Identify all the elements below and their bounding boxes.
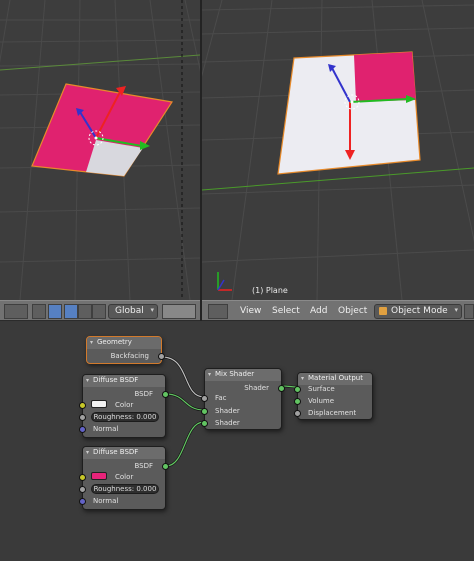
mode-dropdown[interactable]: Object Mode ▾ (374, 304, 462, 319)
object-mode-icon (379, 307, 387, 315)
node-mix-shader[interactable]: ▾ Mix Shader Shader Fac Shader Shader (201, 368, 285, 430)
node-links (161, 355, 298, 468)
socket-input-roughness[interactable] (79, 486, 86, 493)
socket-label-normal: Normal (93, 497, 119, 505)
manipulator-scale-icon[interactable] (92, 304, 106, 319)
view-icon[interactable] (4, 304, 28, 319)
node-editor[interactable]: ▾ Geometry Backfacing ▾ Diffuse BSDF BSD… (0, 322, 474, 561)
collapse-icon[interactable]: ▾ (86, 449, 89, 456)
manipulator-translate-icon[interactable] (64, 304, 78, 319)
socket-input-color[interactable] (79, 474, 86, 481)
editor-type-icon[interactable] (208, 304, 228, 319)
chevron-down-icon: ▾ (150, 306, 154, 314)
socket-output-backfacing[interactable] (158, 353, 165, 360)
node-title: Material Output (308, 374, 363, 382)
socket-label-backfacing: Backfacing (110, 352, 149, 360)
node-header[interactable]: ▾ Geometry (87, 337, 161, 349)
node-title: Diffuse BSDF (93, 376, 139, 384)
node-header[interactable]: ▾ Diffuse BSDF (83, 447, 165, 459)
socket-output-bsdf[interactable] (162, 463, 169, 470)
node-title: Diffuse BSDF (93, 448, 139, 456)
roughness-field[interactable]: Roughness: 0.000 (91, 412, 159, 422)
socket-input-volume[interactable] (294, 398, 301, 405)
menu-add[interactable]: Add (310, 306, 327, 316)
viewport-left-scene (0, 0, 200, 300)
socket-output-bsdf[interactable] (162, 391, 169, 398)
socket-label-normal: Normal (93, 425, 119, 433)
node-header[interactable]: ▾ Material Output (298, 373, 372, 385)
socket-input-shader-1[interactable] (201, 408, 208, 415)
node-header[interactable]: ▾ Mix Shader (205, 369, 281, 381)
manipulator-toggle-icon[interactable] (48, 304, 62, 319)
socket-input-color[interactable] (79, 402, 86, 409)
node-diffuse-bsdf-white[interactable]: ▾ Diffuse BSDF BSDF Color Roughness: 0.0… (79, 374, 169, 438)
color-swatch[interactable] (91, 472, 107, 480)
socket-input-shader-2[interactable] (201, 420, 208, 427)
socket-label-fac: Fac (215, 394, 227, 402)
collapse-icon[interactable]: ▾ (90, 339, 93, 346)
socket-input-normal[interactable] (79, 498, 86, 505)
transform-orientation-dropdown[interactable]: Global ▾ (108, 304, 158, 319)
viewport-right[interactable]: (1) Plane (202, 0, 474, 300)
socket-label-color: Color (115, 401, 134, 409)
collapse-icon[interactable]: ▾ (301, 375, 304, 382)
socket-label-surface: Surface (308, 385, 335, 393)
shading-icon[interactable] (464, 304, 474, 319)
socket-label-volume: Volume (308, 397, 335, 405)
layers-grid-icon[interactable] (162, 304, 196, 319)
viewport-left[interactable] (0, 0, 200, 300)
node-title: Geometry (97, 338, 132, 346)
socket-label-color: Color (115, 473, 134, 481)
object-label: (1) Plane (252, 286, 288, 295)
manipulator-rotate-icon[interactable] (78, 304, 92, 319)
socket-input-displacement[interactable] (294, 410, 301, 417)
color-swatch[interactable] (91, 400, 107, 408)
collapse-icon[interactable]: ▾ (208, 371, 211, 378)
pivot-icon[interactable] (32, 304, 46, 319)
socket-label-bsdf: BSDF (134, 462, 153, 470)
menu-select[interactable]: Select (272, 306, 300, 316)
node-header[interactable]: ▾ Diffuse BSDF (83, 375, 165, 387)
node-material-output[interactable]: ▾ Material Output Surface Volume Displac… (294, 372, 373, 420)
socket-label-bsdf: BSDF (134, 390, 153, 398)
viewport-right-header: View Select Add Object Object Mode ▾ (202, 300, 474, 321)
socket-input-surface[interactable] (294, 386, 301, 393)
socket-label-shader-2: Shader (215, 419, 240, 427)
socket-input-roughness[interactable] (79, 414, 86, 421)
roughness-field[interactable]: Roughness: 0.000 (91, 484, 159, 494)
node-geometry[interactable]: ▾ Geometry Backfacing (86, 336, 165, 364)
menu-view[interactable]: View (240, 306, 261, 316)
socket-label-shader-1: Shader (215, 407, 240, 415)
node-diffuse-bsdf-magenta[interactable]: ▾ Diffuse BSDF BSDF Color Roughness: 0.0… (79, 446, 169, 510)
viewport-right-scene (202, 0, 474, 300)
socket-output-shader[interactable] (278, 385, 285, 392)
socket-label-shader-out: Shader (244, 384, 269, 392)
viewport-left-header: Global ▾ (0, 300, 200, 321)
chevron-down-icon: ▾ (454, 306, 458, 314)
socket-input-fac[interactable] (201, 395, 208, 402)
socket-label-displacement: Displacement (308, 409, 357, 417)
socket-input-normal[interactable] (79, 426, 86, 433)
collapse-icon[interactable]: ▾ (86, 377, 89, 384)
menu-object[interactable]: Object (338, 306, 367, 316)
node-title: Mix Shader (215, 370, 255, 378)
transform-orientation-label: Global (115, 306, 144, 316)
mode-label: Object Mode (391, 306, 448, 316)
axis-gizmo (217, 272, 232, 291)
